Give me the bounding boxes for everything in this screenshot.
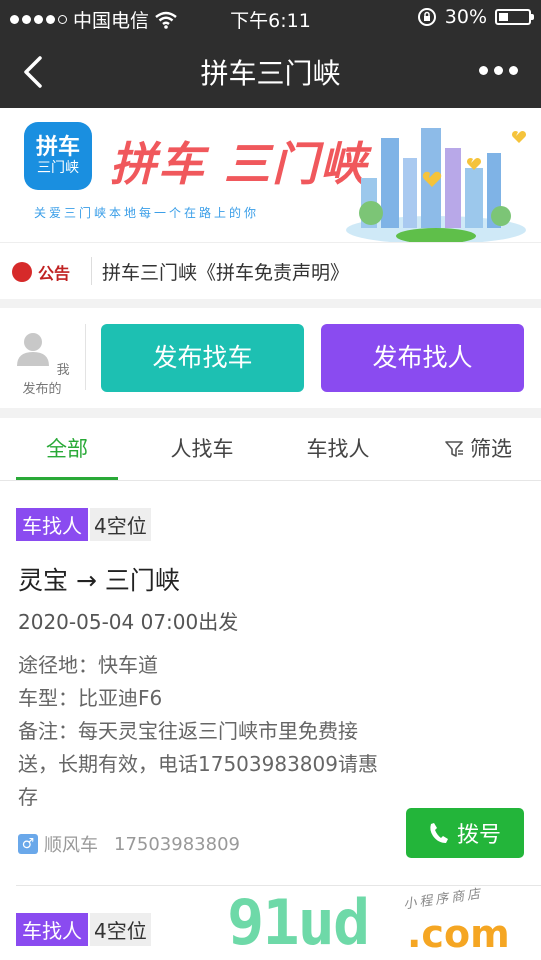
tab-all[interactable]: 全部: [16, 418, 118, 480]
notice-text[interactable]: 拼车三门峡《拼车免责声明》: [102, 258, 349, 285]
city-illustration-icon: [346, 128, 527, 242]
filter-icon: [445, 441, 463, 457]
listing-tags: 车找人 4空位: [16, 913, 151, 946]
listing-seats-badge: 4空位: [90, 508, 151, 541]
watermark-brand: 91ud: [227, 886, 370, 959]
listing-category: 顺风车: [44, 835, 98, 856]
listing-car-model: 车型：比亚迪F6: [18, 686, 163, 710]
nav-bar: 拼车三门峡: [0, 34, 541, 108]
listing-footer: ♂ 顺风车 17503983809: [18, 831, 240, 857]
phone-icon: [430, 823, 448, 843]
list-item[interactable]: 车找人 4空位 灵宝 → 三门峡 2020-05-04 07:00出发 途径地：快…: [0, 481, 541, 885]
filter-tabs: 全部 人找车 车找人 筛选: [0, 418, 541, 481]
banner-title: 拼车 三门峡: [110, 137, 369, 191]
listing-seats-badge: 4空位: [90, 913, 151, 946]
listing-note: 备注：每天灵宝往返三门峡市里免费接送，长期有效，电话17503983809请惠存: [18, 719, 378, 809]
post-bar: 我发布的 发布找车 发布找人: [0, 308, 541, 408]
watermark-tagline: 小程序商店: [402, 886, 484, 913]
listing-phone: 17503983809: [114, 833, 240, 855]
tab-person-find-car[interactable]: 人找车: [150, 418, 254, 480]
more-icon[interactable]: [479, 58, 523, 82]
notice-badge: 公告: [12, 260, 70, 284]
listing-tags: 车找人 4空位: [16, 508, 151, 541]
notice-bar[interactable]: 公告 拼车三门峡《拼车免责声明》: [0, 242, 541, 299]
app-logo: 拼车 三门峡: [24, 122, 92, 190]
male-icon: ♂: [18, 834, 38, 854]
page-title: 拼车三门峡: [200, 57, 341, 90]
rotation-lock-icon: [417, 8, 436, 26]
listing-via: 途径地：快车道: [18, 653, 158, 677]
watermark-suffix: .com: [407, 912, 510, 956]
status-bar: 中国电信 下午6:11 30%: [0, 0, 541, 34]
dial-button[interactable]: 拨号: [406, 808, 524, 858]
tab-car-find-person[interactable]: 车找人: [286, 418, 390, 480]
post-divider: [85, 324, 86, 390]
battery-percent: 30%: [444, 6, 487, 28]
battery-icon: [495, 9, 534, 25]
watermark: 91ud .com 小程序商店: [227, 886, 517, 959]
listing-type-badge: 车找人: [16, 508, 88, 541]
user-icon: [17, 333, 50, 366]
banner[interactable]: 拼车 三门峡 拼车 三门峡 关爱三门峡本地每一个在路上的你: [0, 108, 541, 242]
post-find-person-button[interactable]: 发布找人: [321, 324, 524, 392]
notice-divider: [91, 257, 92, 285]
listing-depart-time: 2020-05-04 07:00出发: [18, 610, 239, 634]
tab-filter[interactable]: 筛选: [428, 418, 528, 480]
post-find-car-button[interactable]: 发布找车: [101, 324, 304, 392]
banner-slogan: 关爱三门峡本地每一个在路上的你: [34, 206, 260, 220]
listing-type-badge: 车找人: [16, 913, 88, 946]
notice-icon: [12, 262, 32, 282]
battery-group: 30%: [417, 6, 534, 28]
listing-route: 灵宝 → 三门峡: [18, 566, 180, 595]
my-posts-button[interactable]: 我发布的: [10, 330, 74, 397]
